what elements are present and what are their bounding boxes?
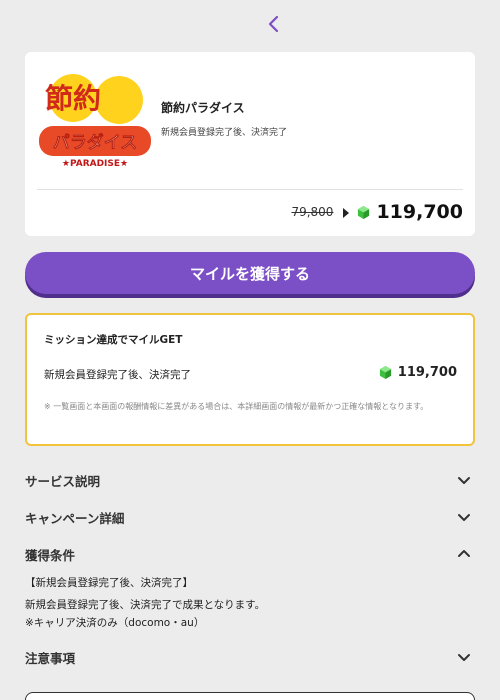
gem-icon [358,205,370,219]
section-notes[interactable]: 注意事項 [25,646,475,668]
old-price: 79,800 [291,205,334,219]
chevron-down-icon [458,654,470,661]
mission-reward-value: 119,700 [397,365,457,380]
section-label: キャンペーン詳細 [25,510,125,526]
back-button[interactable] [262,12,286,36]
logo-text-3: ★PARADISE★ [62,159,128,169]
price-row: 79,800 119,700 [291,199,463,225]
offer-title: 節約パラダイス [161,101,245,115]
conditions-line: ※キャリア決済のみ（docomo・au） [25,617,205,629]
new-price: 119,700 [376,201,463,223]
mission-condition: 新規会員登録完了後、決済完了 [44,369,191,381]
chevron-down-icon [458,477,470,484]
logo-text-2: パラダイス [53,132,138,153]
conditions-heading: 【新規会員登録完了後、決済完了】 [25,577,193,589]
chevron-up-icon [458,550,470,557]
chevron-down-icon [458,514,470,521]
bottom-button[interactable] [25,692,475,700]
mission-box: ミッション達成でマイルGET 新規会員登録完了後、決済完了 119,700 ※ … [25,313,475,446]
get-miles-button[interactable]: マイルを獲得する [25,252,475,294]
arrow-right-icon [343,208,350,218]
section-label: 注意事項 [25,650,76,666]
logo-text-1: 節約 [45,82,101,115]
chevron-left-icon [268,15,279,33]
mission-note: ※ 一覧画面と本画面の報酬情報に差異がある場合は、本詳細画面の情報が最新かつ正確… [44,402,429,411]
gem-icon [379,366,391,379]
offer-condition: 新規会員登録完了後、決済完了 [161,128,288,138]
offer-card: 節約 パラダイス ★PARADISE★ 節約パラダイス 新規会員登録完了後、決済… [25,52,475,236]
section-conditions[interactable]: 獲得条件 [25,543,475,565]
section-label: 獲得条件 [25,547,76,563]
card-divider [37,189,463,190]
section-campaign-details[interactable]: キャンペーン詳細 [25,506,475,528]
mission-reward: 119,700 [379,365,457,380]
offer-logo: 節約 パラダイス ★PARADISE★ [37,70,153,170]
mission-title: ミッション達成でマイルGET [44,334,183,346]
conditions-line: 新規会員登録完了後、決済完了で成果となります。 [25,599,266,611]
section-label: サービス説明 [25,473,101,489]
section-service-description[interactable]: サービス説明 [25,469,475,491]
